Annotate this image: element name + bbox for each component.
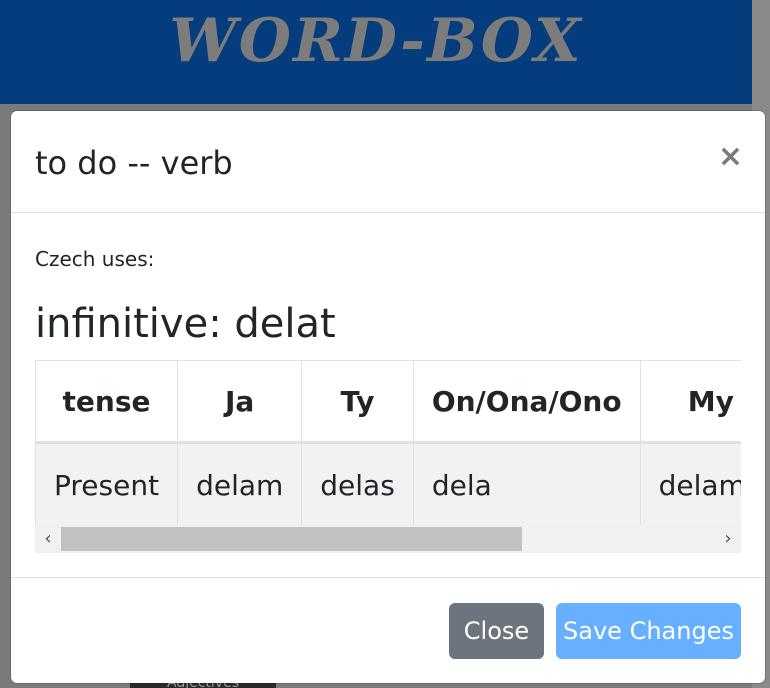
cell-tense: Present	[35, 442, 179, 527]
site-logo: WORD-BOX	[169, 6, 583, 76]
table-row: Present delam delas dela delame	[35, 442, 741, 527]
conjugation-table-wrapper[interactable]: tense Ja Ty On/Ona/Ono My Present delam …	[35, 360, 741, 554]
czech-uses-label: Czech uses:	[35, 247, 155, 271]
cell-ty: delas	[301, 442, 414, 527]
conjugation-table: tense Ja Ty On/Ona/Ono My Present delam …	[35, 360, 741, 527]
cell-my: delame	[639, 442, 741, 527]
horizontal-scrollbar[interactable]: ‹ ›	[35, 525, 741, 553]
scroll-left-icon[interactable]: ‹	[35, 525, 61, 553]
column-header-on-ona-ono: On/Ona/Ono	[412, 360, 641, 444]
cell-ja: delam	[177, 442, 303, 527]
modal-title: to do -- verb	[35, 144, 233, 182]
verb-modal: to do -- verb × Czech uses: infinitive: …	[11, 111, 765, 683]
scrollbar-thumb[interactable]	[61, 527, 522, 551]
column-header-tense: tense	[35, 360, 179, 444]
close-icon[interactable]: ×	[718, 139, 743, 174]
cell-on-ona-ono: dela	[412, 442, 641, 527]
modal-header: to do -- verb ×	[11, 111, 765, 213]
infinitive-heading: infinitive: delat	[35, 301, 336, 347]
table-header-row: tense Ja Ty On/Ona/Ono My	[35, 360, 741, 444]
column-header-ja: Ja	[177, 360, 303, 444]
modal-footer: Close Save Changes	[11, 577, 765, 683]
close-button[interactable]: Close	[449, 603, 544, 659]
scroll-right-icon[interactable]: ›	[715, 525, 741, 553]
column-header-my: My	[639, 360, 741, 444]
column-header-ty: Ty	[301, 360, 414, 444]
save-changes-button[interactable]: Save Changes	[556, 603, 741, 659]
site-header: WORD-BOX	[0, 0, 752, 104]
